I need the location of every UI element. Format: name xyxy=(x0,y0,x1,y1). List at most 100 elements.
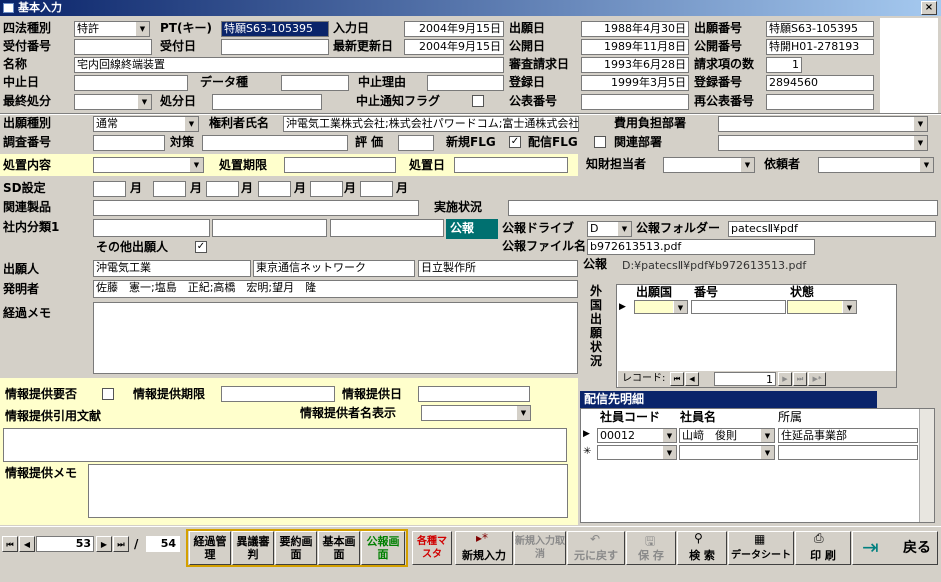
dist-code-select[interactable]: 00012 xyxy=(597,428,677,443)
rec-next-button[interactable]: ▶ xyxy=(778,372,792,386)
label-receipt-date: 受付日 xyxy=(160,39,197,53)
rekohyo-field[interactable] xyxy=(766,94,874,110)
kohyo-field[interactable] xyxy=(581,94,689,110)
dist-new-code-select[interactable] xyxy=(597,445,677,460)
rel-product-field[interactable] xyxy=(93,200,419,216)
pt-key-field[interactable]: 特願S63-105395 xyxy=(221,21,329,37)
sd-field-2[interactable] xyxy=(153,181,186,197)
claims-field[interactable]: 1 xyxy=(766,57,802,73)
app-number-field[interactable]: 特願S63-105395 xyxy=(766,21,874,37)
dist-title: 配信先明細 xyxy=(580,391,877,408)
dist-scrollbar[interactable] xyxy=(919,409,934,522)
rec-last-button[interactable]: ⏭ xyxy=(793,372,807,386)
receipt-date-field[interactable] xyxy=(221,39,329,55)
info-cite-field[interactable] xyxy=(3,428,567,462)
nav-next-button[interactable]: ▶ xyxy=(96,536,112,552)
rec-new-button[interactable]: ▶* xyxy=(808,372,826,386)
pub-folder-field[interactable]: patecsⅡ¥pdf xyxy=(728,221,936,237)
cancel-new-button[interactable]: 新規入力取消 xyxy=(514,531,566,565)
class1-field-3[interactable] xyxy=(330,219,444,237)
dist-name-select[interactable]: 山﨑 俊則 xyxy=(679,428,775,443)
nav-last-button[interactable]: ⏭ xyxy=(113,536,129,552)
rec-first-button[interactable]: ⏮ xyxy=(670,372,684,386)
appeal-button[interactable]: 異議審判 xyxy=(232,531,274,565)
info-memo-field[interactable] xyxy=(88,464,568,518)
4hou-select[interactable]: 特許 xyxy=(74,21,150,37)
close-button[interactable]: × xyxy=(921,1,937,15)
inventor-field[interactable]: 佐藤 憲一;塩島 正紀;高橋 宏明;望月 隆 xyxy=(93,280,578,298)
dist-new-name-select[interactable] xyxy=(679,445,775,460)
label-rights-holder: 権利者氏名 xyxy=(209,116,270,130)
pub-file-field[interactable]: b972613513.pdf xyxy=(587,239,815,255)
pub-drive-select[interactable]: D xyxy=(587,221,632,237)
nav-current[interactable]: 53 xyxy=(36,536,94,552)
app-date-field[interactable]: 1988年4月30日 xyxy=(581,21,689,37)
measure-field[interactable] xyxy=(202,135,348,151)
pub-number-field[interactable]: 特開H01-278193 xyxy=(766,39,874,55)
info-req-checkbox[interactable] xyxy=(102,388,114,400)
pub-date-field[interactable]: 1989年11月8日 xyxy=(581,39,689,55)
final-disp-select[interactable] xyxy=(74,94,152,110)
rec-prev-button[interactable]: ◀ xyxy=(685,372,699,386)
deadline-field[interactable] xyxy=(284,157,396,173)
record-number[interactable]: 1 xyxy=(714,372,776,386)
memo-field[interactable] xyxy=(93,302,578,374)
label-month-4: 月 xyxy=(294,181,307,195)
other-applicant-checkbox[interactable]: ✓ xyxy=(195,241,207,253)
applicant-2-field[interactable]: 東京通信ネットワーク xyxy=(253,260,415,277)
info-period-field[interactable] xyxy=(221,386,335,402)
gazette-button[interactable]: 公報画面 xyxy=(361,531,405,565)
foreign-country-select[interactable] xyxy=(634,300,688,314)
master-button[interactable]: 各種マスタ xyxy=(412,531,452,565)
dist-dept-field[interactable]: 住延品事業部 xyxy=(778,428,918,443)
ip-owner-select[interactable] xyxy=(663,157,755,173)
stop-flag-checkbox[interactable] xyxy=(472,95,484,107)
info-day-field[interactable] xyxy=(418,386,530,402)
sd-field-1[interactable] xyxy=(93,181,126,197)
sd-field-4[interactable] xyxy=(258,181,291,197)
applicant-1-field[interactable]: 沖電気工業 xyxy=(93,260,251,277)
action-date-field[interactable] xyxy=(454,157,568,173)
basic-button[interactable]: 基本画面 xyxy=(318,531,360,565)
deliv-flg-checkbox[interactable] xyxy=(594,136,606,148)
nav-first-button[interactable]: ⏮ xyxy=(2,536,18,552)
app-kind-select[interactable]: 通常 xyxy=(93,116,199,132)
dist-col-code: 社員コード xyxy=(600,410,661,424)
survey-no-field[interactable] xyxy=(93,135,165,151)
info-name-select[interactable] xyxy=(421,405,531,421)
stop-date-field[interactable] xyxy=(74,75,188,91)
sd-field-3[interactable] xyxy=(206,181,239,197)
exam-date-field[interactable]: 1993年6月28日 xyxy=(581,57,689,73)
name-field[interactable]: 宅内回線終端装置 xyxy=(74,57,504,73)
updated-field[interactable]: 2004年9月15日 xyxy=(404,39,504,55)
sd-field-6[interactable] xyxy=(360,181,393,197)
class1-field-1[interactable] xyxy=(93,219,210,237)
related-dept-select[interactable] xyxy=(718,135,928,151)
summary-button[interactable]: 要約画面 xyxy=(275,531,317,565)
disp-date-field[interactable] xyxy=(212,94,322,110)
history-button[interactable]: 経過管理 xyxy=(189,531,231,565)
input-date-field[interactable]: 2004年9月15日 xyxy=(404,21,504,37)
dist-new-dept-field[interactable] xyxy=(778,445,918,460)
foreign-number-field[interactable] xyxy=(691,300,786,314)
datasheet-icon: ▦ xyxy=(754,532,766,546)
reg-date-field[interactable]: 1999年3月5日 xyxy=(581,75,689,91)
cost-dept-select[interactable] xyxy=(718,116,928,132)
applicant-3-field[interactable]: 日立製作所 xyxy=(418,260,578,277)
class1-field-2[interactable] xyxy=(212,219,327,237)
reg-number-field[interactable]: 2894560 xyxy=(766,75,874,91)
new-flg-checkbox[interactable]: ✓ xyxy=(509,136,521,148)
stop-reason-field[interactable] xyxy=(427,75,504,91)
eval-field[interactable] xyxy=(398,135,434,151)
requester-select[interactable] xyxy=(818,157,934,173)
foreign-status-select[interactable] xyxy=(787,300,857,314)
action-select[interactable] xyxy=(93,157,204,173)
rights-holder-field[interactable]: 沖電気工業株式会社;株式会社パワードコム;富士通株式会社;日 xyxy=(283,116,579,132)
label-4hou: 四法種別 xyxy=(3,21,52,35)
data-type-field[interactable] xyxy=(281,75,349,91)
label-app-kind: 出願種別 xyxy=(3,116,52,130)
nav-prev-button[interactable]: ◀ xyxy=(19,536,35,552)
status-field[interactable] xyxy=(508,200,938,216)
sd-field-5[interactable] xyxy=(310,181,343,197)
receipt-no-field[interactable] xyxy=(74,39,152,55)
